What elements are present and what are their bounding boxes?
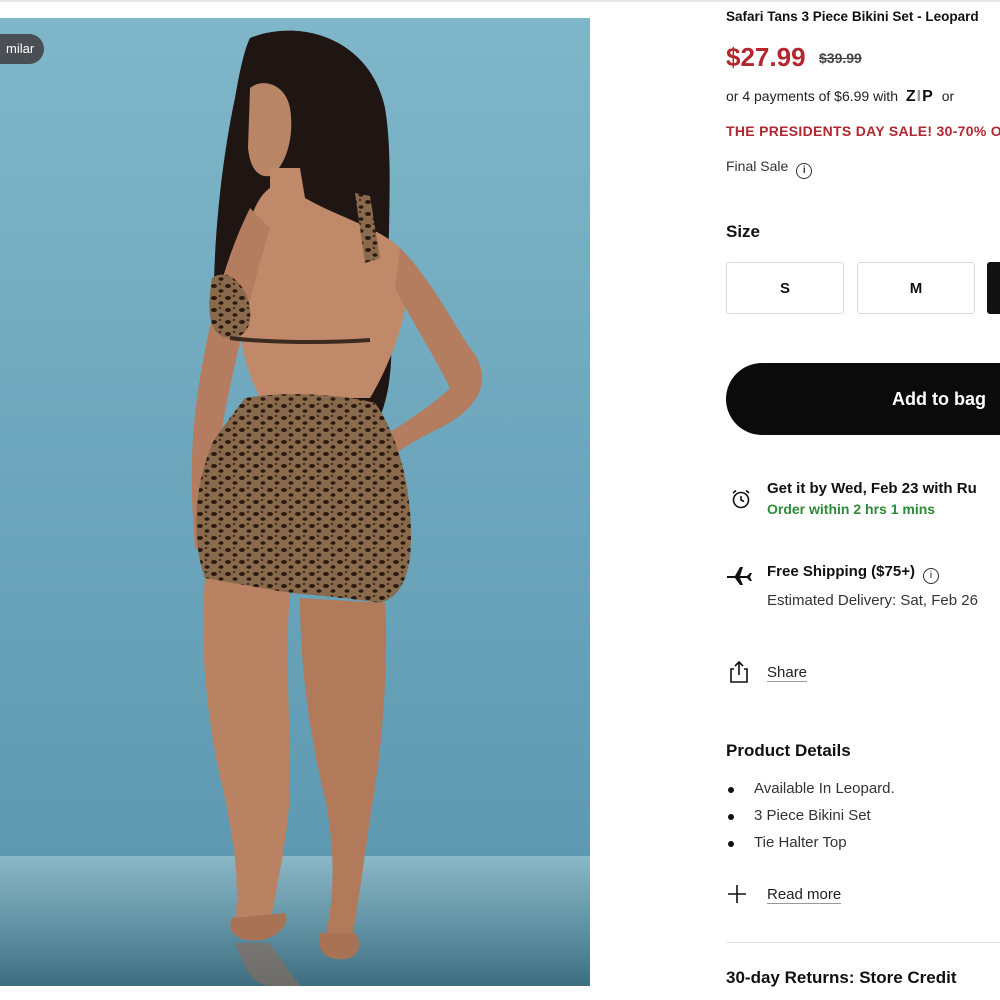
add-to-bag-button[interactable]: Add to bag <box>726 363 1000 435</box>
delivery-date: Get it by Wed, Feb 23 with Ru <box>767 480 977 497</box>
original-price: $39.99 <box>819 50 862 66</box>
info-icon[interactable]: i <box>796 163 813 179</box>
size-option-l[interactable] <box>987 262 1000 314</box>
installment-info: or 4 payments of $6.99 with ZIP or <box>726 88 954 106</box>
estimated-delivery: Estimated Delivery: Sat, Feb 26 <box>767 592 978 609</box>
zip-logo-z: Z <box>905 88 917 105</box>
plus-icon <box>728 885 746 903</box>
sale-price: $27.99 <box>726 42 806 72</box>
product-info-panel: Safari Tans 3 Piece Bikini Set - Leopard… <box>726 0 1000 1000</box>
product-title: Safari Tans 3 Piece Bikini Set - Leopard <box>726 9 979 24</box>
list-item: 3 Piece Bikini Set <box>726 807 895 834</box>
list-item: Tie Halter Top <box>726 834 895 861</box>
installment-suffix: or <box>941 88 955 104</box>
alarm-clock-icon <box>732 489 750 509</box>
shipping-info-icon[interactable]: i <box>922 568 939 584</box>
model-figure <box>191 30 483 986</box>
installment-text: or 4 payments of $6.99 with <box>726 88 898 104</box>
list-item: Available In Leopard. <box>726 780 895 807</box>
divider <box>726 942 1000 943</box>
product-details-list: Available In Leopard. 3 Piece Bikini Set… <box>726 780 895 861</box>
share-text[interactable]: Share <box>767 664 808 682</box>
size-option-s[interactable]: S <box>726 262 844 314</box>
free-shipping-label: Free Shipping ($75+) i <box>767 563 939 584</box>
final-sale: Final Sale i <box>726 158 813 179</box>
product-details-title: Product Details <box>726 741 851 760</box>
final-sale-label: Final Sale <box>726 158 789 174</box>
read-more-text[interactable]: Read more <box>767 886 842 904</box>
airplane-icon <box>727 567 752 585</box>
size-option-m[interactable]: M <box>857 262 975 314</box>
shop-similar-pill[interactable]: milar <box>0 34 45 64</box>
product-image[interactable]: milar <box>0 18 590 986</box>
zip-logo-p: P <box>922 88 934 105</box>
sale-banner: THE PRESIDENTS DAY SALE! 30-70% O <box>726 123 1000 139</box>
free-shipping-text: Free Shipping ($75+) <box>767 563 915 580</box>
share-icon <box>730 660 748 683</box>
zip-logo[interactable]: ZIP <box>906 88 934 106</box>
size-label: Size <box>726 222 761 241</box>
returns-policy[interactable]: 30-day Returns: Store Credit <box>726 968 957 988</box>
order-countdown: Order within 2 hrs 1 mins <box>767 501 936 517</box>
